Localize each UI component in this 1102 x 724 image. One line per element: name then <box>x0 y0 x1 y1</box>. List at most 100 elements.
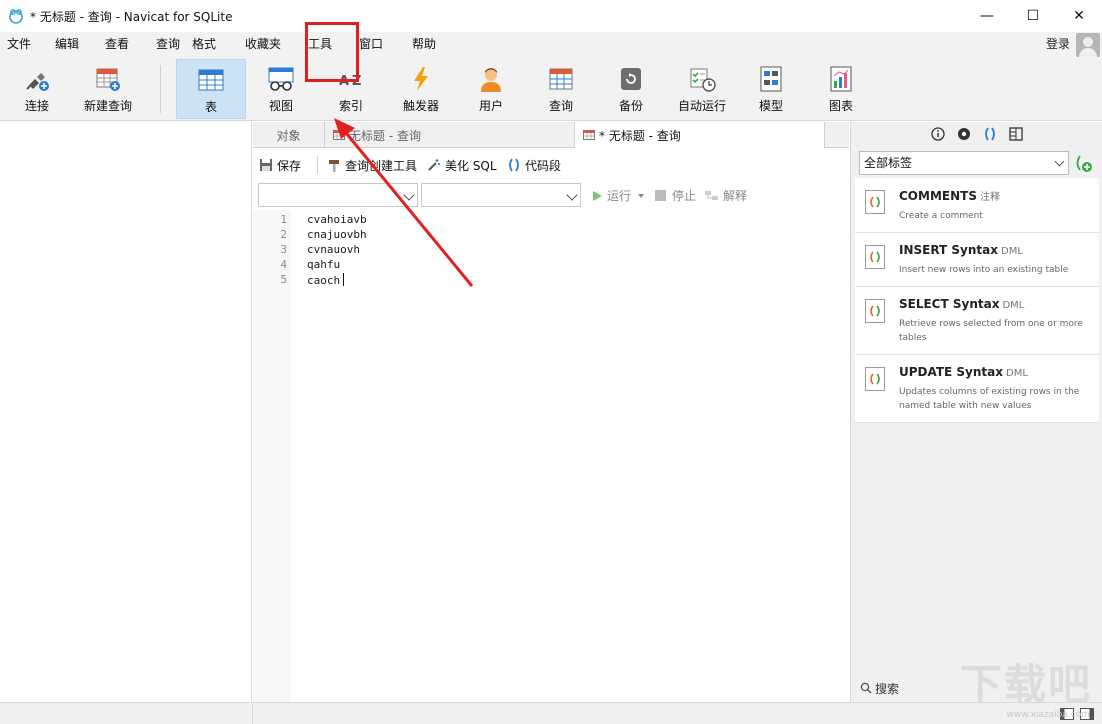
toolbar-label: 图表 <box>828 99 853 113</box>
menu-help[interactable]: 帮助 <box>405 32 443 57</box>
connection-tree-panel[interactable] <box>0 122 252 702</box>
toolbar-label: 用户 <box>478 99 503 113</box>
menu-view[interactable]: 查看 <box>98 32 136 57</box>
model-icon <box>760 66 782 92</box>
run-button[interactable]: 运行 <box>591 187 645 204</box>
table-icon <box>198 69 224 91</box>
menu-favorites[interactable]: 收藏夹 <box>238 32 288 57</box>
watermark-logo: 下载吧 <box>959 660 1092 709</box>
toolbar-label: 视图 <box>268 99 293 113</box>
code-snippet-icon[interactable] <box>982 126 998 142</box>
snippet-list: COMMENTS 注释 Create a comment INSERT Synta… <box>855 178 1099 423</box>
connection-icon <box>26 73 49 91</box>
tab-untitled-query-1[interactable]: 无标题 - 查询 <box>325 122 575 148</box>
query-builder-button[interactable]: 查询创建工具 <box>327 156 417 174</box>
snippet-title: SELECT Syntax <box>899 297 1000 311</box>
snippet-description: Create a comment <box>899 211 983 221</box>
snippet-insert[interactable]: INSERT Syntax DML Insert new rows into an… <box>855 233 1099 287</box>
tab-label: * 无标题 - 查询 <box>599 128 681 143</box>
toolbar-chart[interactable]: 图表 <box>818 59 864 119</box>
snippet-type: DML <box>1006 368 1028 379</box>
snippet-file-icon <box>865 367 885 391</box>
user-icon <box>481 68 501 92</box>
toolbar-backup[interactable]: 备份 <box>608 59 654 119</box>
snippet-update[interactable]: UPDATE Syntax DML Updates columns of exis… <box>855 355 1099 423</box>
beautify-sql-button[interactable]: 美化 SQL <box>427 156 497 174</box>
code-snippet-icon <box>509 158 519 172</box>
query-builder-label: 查询创建工具 <box>345 158 418 173</box>
snippet-comments[interactable]: COMMENTS 注释 Create a comment <box>855 178 1099 233</box>
title-bar: * 无标题 - 查询 - Navicat for SQLite — ☐ ✕ <box>0 0 1102 32</box>
snippet-type: DML <box>1002 300 1025 311</box>
menu-file[interactable]: 文件 <box>0 32 38 57</box>
database-select[interactable] <box>258 183 418 207</box>
window-title: * 无标题 - 查询 - Navicat for SQLite <box>30 9 233 24</box>
menu-query[interactable]: 查询 <box>149 32 187 57</box>
snippet-label-filter[interactable]: 全部标签 <box>859 151 1069 175</box>
menu-bar: 文件 编辑 查看 查询 格式 收藏夹 工具 窗口 帮助 登录 <box>0 32 1102 57</box>
main-toolbar: 连接 新建查询 表 视图 A Z 索引 触发器 用户 查询 备份 自动运行 模型… <box>0 57 1102 121</box>
add-snippet-icon[interactable] <box>1073 153 1093 173</box>
code-snippet-button[interactable]: 代码段 <box>507 156 561 174</box>
watermark-url: www.xiazaiba.com <box>1006 710 1090 720</box>
snippet-file-icon <box>865 190 885 214</box>
toolbar-trigger[interactable]: 触发器 <box>398 59 444 119</box>
snippet-panel: 全部标签 COMMENTS 注释 Create a comment INSERT … <box>850 122 1102 702</box>
navicat-logo-icon <box>9 9 23 24</box>
snippet-select[interactable]: SELECT Syntax DML Retrieve rows selected … <box>855 287 1099 355</box>
run-dropdown-icon[interactable] <box>637 192 645 200</box>
line-number: 4 <box>280 258 287 271</box>
code-line-text: caoch <box>307 274 341 287</box>
toolbar-automation[interactable]: 自动运行 <box>676 59 728 119</box>
run-label: 运行 <box>607 189 632 203</box>
menu-format[interactable]: 格式 <box>185 32 223 57</box>
toolbar-label: 查询 <box>548 99 573 113</box>
annotation-highlight-box <box>305 22 359 82</box>
snippet-description: Insert new rows into an existing table <box>899 265 1069 275</box>
snippet-type: 注释 <box>979 192 1000 203</box>
stop-button[interactable]: 停止 <box>655 187 696 204</box>
explain-button[interactable]: 解释 <box>705 187 747 204</box>
minimize-button[interactable]: — <box>964 0 1010 32</box>
play-icon <box>593 190 602 201</box>
info-icon[interactable] <box>930 126 946 142</box>
search-icon <box>860 682 872 694</box>
chevron-down-icon <box>1054 156 1065 167</box>
toolbar-divider <box>317 156 318 174</box>
toolbar-table[interactable]: 表 <box>176 59 246 119</box>
login-link[interactable]: 登录 <box>1046 32 1070 57</box>
explain-label: 解释 <box>723 189 748 203</box>
toolbar-user[interactable]: 用户 <box>468 59 514 119</box>
line-number: 5 <box>280 273 287 286</box>
sql-editor[interactable]: cvahoiavb cnajuovbh cvnauovh qahfu caoch <box>291 210 849 702</box>
line-number: 1 <box>280 213 287 226</box>
snippet-title: COMMENTS <box>899 189 977 203</box>
toolbar-view[interactable]: 视图 <box>258 59 304 119</box>
tab-untitled-query-2[interactable]: * 无标题 - 查询 <box>575 122 825 148</box>
schema-select[interactable] <box>421 183 581 207</box>
toolbar-connection[interactable]: 连接 <box>14 59 60 119</box>
query-tab-icon <box>333 130 345 140</box>
toolbar-model[interactable]: 模型 <box>748 59 794 119</box>
close-button[interactable]: ✕ <box>1056 0 1102 32</box>
code-line: cvnauovh <box>307 243 360 256</box>
save-button[interactable]: 保存 <box>259 156 301 174</box>
maximize-button[interactable]: ☐ <box>1010 0 1056 32</box>
automation-icon <box>690 68 716 92</box>
toolbar-label: 模型 <box>758 99 783 113</box>
toolbar-label: 索引 <box>338 99 363 113</box>
toolbar-new-query[interactable]: 新建查询 <box>80 59 136 119</box>
status-bar <box>0 702 1102 724</box>
toolbar-query[interactable]: 查询 <box>538 59 584 119</box>
preview-eye-icon[interactable] <box>956 126 972 142</box>
stop-icon <box>655 190 666 201</box>
tab-objects[interactable]: 对象 <box>253 122 325 148</box>
menu-edit[interactable]: 编辑 <box>48 32 86 57</box>
query-icon <box>549 68 573 90</box>
snippet-description: Retrieve rows selected from one or more … <box>899 319 1083 343</box>
avatar[interactable] <box>1076 33 1100 57</box>
toolbar-label: 备份 <box>618 99 643 113</box>
layout-icon[interactable] <box>1008 126 1024 142</box>
code-line: cnajuovbh <box>307 228 367 241</box>
stop-label: 停止 <box>672 189 697 203</box>
